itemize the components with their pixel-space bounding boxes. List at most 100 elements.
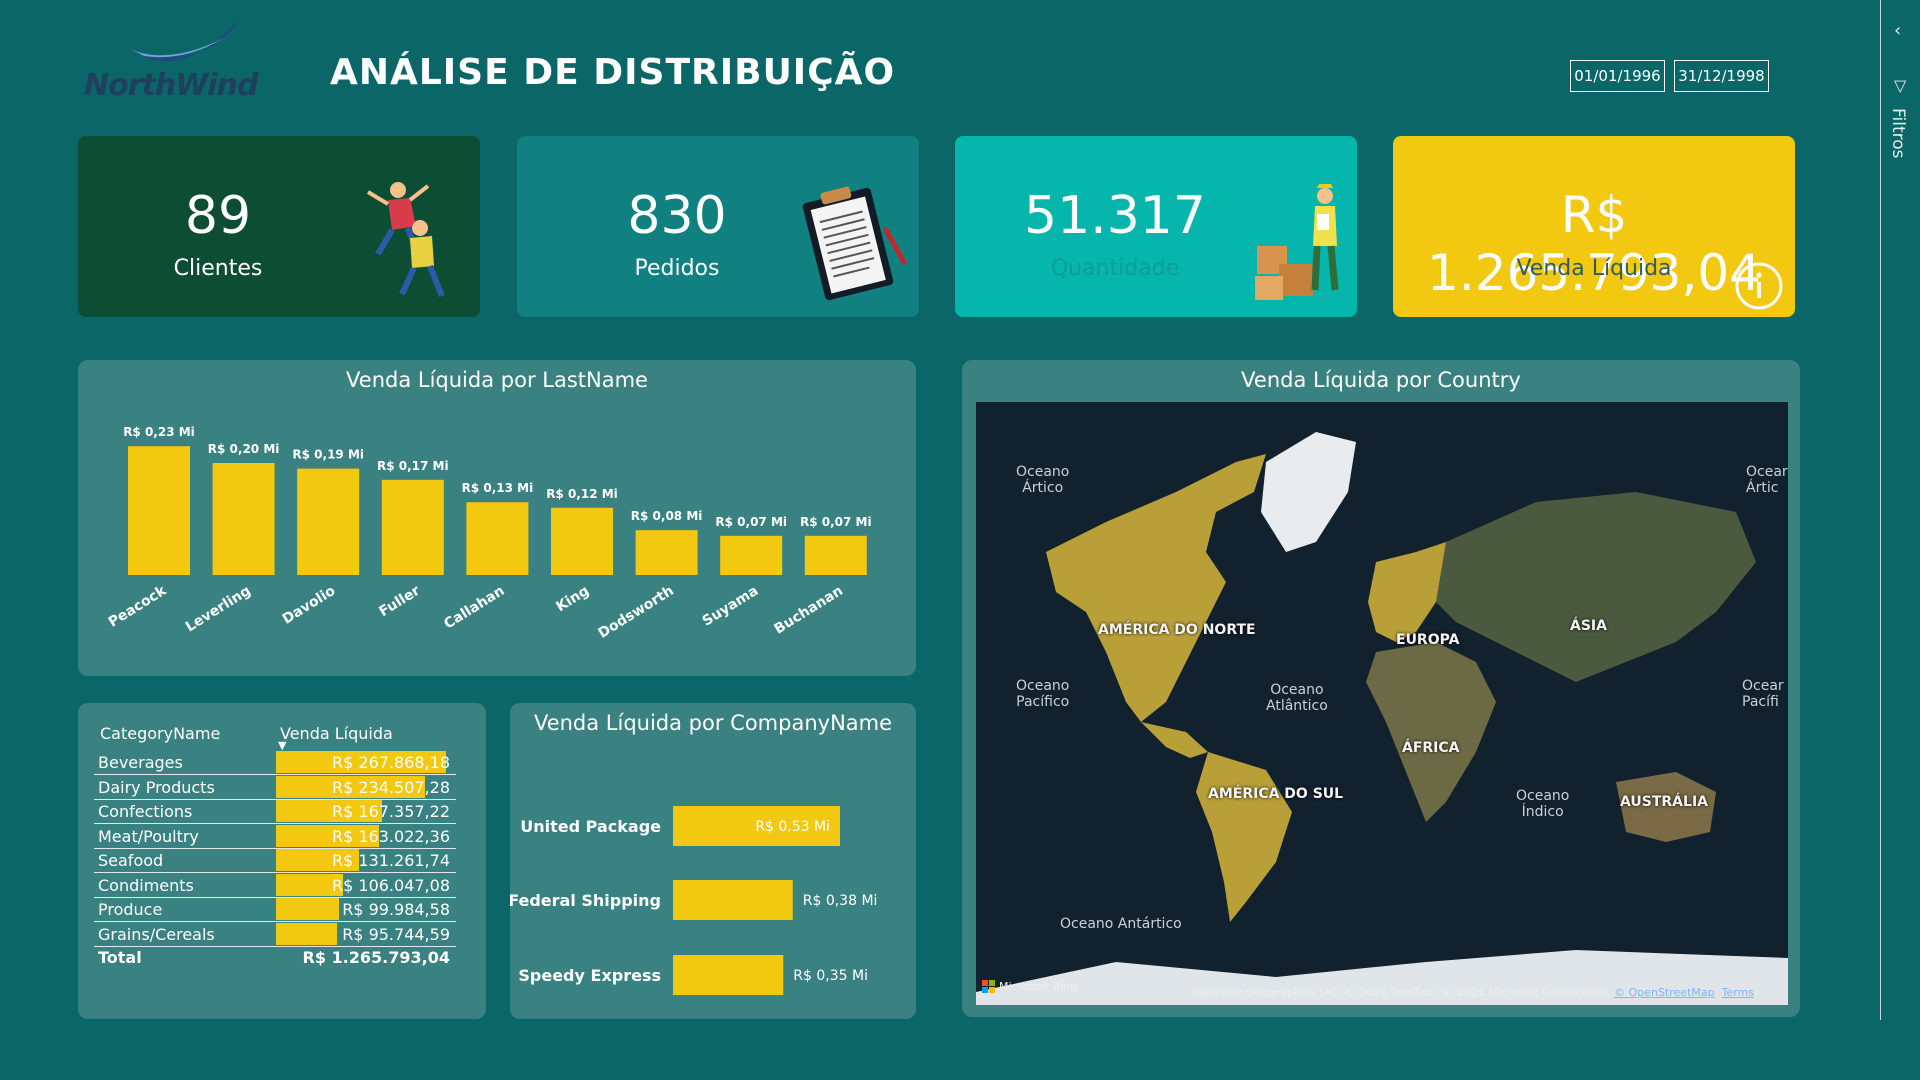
bar-data-label: R$ 0,35 Mi — [793, 968, 868, 984]
continent-label-asia: ÁSIA — [1570, 618, 1607, 634]
table-row[interactable]: Grains/Cereals R$ 95.744,59 — [94, 922, 456, 947]
category-value: R$ 95.744,59 — [342, 924, 450, 944]
chevron-left-icon[interactable]: ‹ — [1894, 20, 1901, 41]
clipboard-icon — [802, 186, 908, 301]
bar-company-2[interactable] — [673, 955, 784, 995]
bar-data-label: R$ 0,17 Mi — [377, 459, 449, 473]
bar-data-label: R$ 0,12 Mi — [546, 487, 618, 501]
map-region-asia — [1436, 492, 1756, 682]
bar-callahan[interactable] — [466, 502, 529, 575]
microsoft-logo-icon — [982, 980, 995, 993]
bar-company-1[interactable] — [673, 880, 793, 920]
ocean-label-artico-right: Ocear Ártic — [1746, 464, 1788, 496]
x-tick-label: Dodsworth — [596, 583, 677, 642]
table-row[interactable]: Confections R$ 167.357,22 — [94, 800, 456, 824]
category-name: Confections — [98, 802, 193, 821]
bar-buchanan[interactable] — [804, 535, 867, 575]
terms-link[interactable]: Terms — [1722, 986, 1754, 999]
x-tick-label: Davolio — [280, 583, 339, 628]
table-data-bar — [276, 922, 337, 945]
category-value: R$ 131.261,74 — [332, 851, 450, 870]
table-row[interactable]: Condiments R$ 106.047,08 — [94, 873, 456, 898]
bar-data-label: R$ 0,07 Mi — [715, 515, 787, 529]
total-label: Total — [98, 948, 142, 967]
y-tick-label: United Package — [520, 817, 661, 836]
table-header-venda[interactable]: Venda Líquida — [280, 724, 393, 743]
category-name: Beverages — [98, 753, 183, 772]
continent-label-africa: ÁFRICA — [1402, 740, 1460, 756]
category-name: Meat/Poultry — [98, 826, 199, 846]
kpi-card-pedidos: 830 Pedidos — [517, 136, 919, 317]
category-table-panel: CategoryName Venda Líquida ▼ Beverages R$… — [78, 703, 486, 1019]
ocean-label-atlantico: Oceano Atlântico — [1266, 682, 1328, 714]
continent-label-australia: AUSTRÁLIA — [1620, 794, 1708, 810]
bar-davolio[interactable] — [297, 468, 360, 575]
category-name: Dairy Products — [98, 777, 215, 797]
ocean-label-pacifico: Oceano Pacífico — [1016, 678, 1070, 710]
filter-pane-label[interactable]: Filtros — [1888, 108, 1908, 159]
kpi-label: Clientes — [173, 256, 263, 281]
bar-chart-company: United Package R$ 0,53 Mi Federal Shipping… — [510, 806, 878, 995]
world-map-shapes — [976, 432, 1788, 1005]
table-row[interactable]: Dairy Products R$ 234.507,28 — [94, 775, 456, 800]
x-tick-label: Callahan — [441, 583, 507, 633]
x-tick-label: Buchanan — [772, 583, 846, 638]
map-region-africa — [1366, 642, 1496, 822]
ocean-label-artico: Oceano Ártico — [1016, 464, 1070, 496]
kpi-card-clientes: 89 Clientes — [78, 136, 480, 317]
bar-peacock[interactable] — [128, 446, 190, 575]
map-region-north-america — [1046, 454, 1266, 722]
bar-king[interactable] — [551, 507, 613, 575]
bar-data-label: R$ 0,19 Mi — [292, 448, 364, 462]
table-header-category[interactable]: CategoryName — [100, 724, 220, 743]
bar-suyama[interactable] — [720, 535, 783, 575]
map-region-central-america — [1141, 722, 1208, 758]
attribution-text: Earthstar Geographics SIO, © 2021 TomTom… — [1192, 986, 1615, 999]
page-title: ANÁLISE DE DISTRIBUIÇÃO — [330, 52, 896, 93]
bar-data-label: R$ 0,13 Mi — [462, 481, 534, 495]
ocean-label-pacifico-right: Ocear Pacífi — [1742, 678, 1784, 710]
info-icon[interactable] — [1733, 260, 1785, 312]
ocean-label-antartico: Oceano Antártico — [1060, 916, 1182, 932]
x-tick-label: King — [553, 583, 592, 615]
bar-data-label: R$ 0,38 Mi — [803, 893, 878, 909]
logo-text-wind: Wind — [175, 68, 258, 103]
category-value: R$ 163.022,36 — [332, 826, 450, 846]
category-value: R$ 167.357,22 — [332, 802, 450, 821]
x-tick-label: Fuller — [376, 583, 423, 620]
table-row[interactable]: Produce R$ 99.984,58 — [94, 898, 456, 922]
bar-chart-panel-lastname: Venda Líquida por LastName R$ 0,23 Mi Pea… — [78, 360, 916, 676]
filter-funnel-icon: ▽ — [1894, 76, 1907, 95]
map-title: Venda Líquida por Country — [1241, 368, 1521, 392]
kpi-card-venda-liquida: R$ 1.265.793,04 Venda Líquida — [1393, 136, 1795, 317]
date-end-filter[interactable]: 31/12/1998 — [1674, 60, 1769, 92]
category-name: Condiments — [98, 875, 194, 895]
bar-fuller[interactable] — [381, 479, 444, 575]
bar-chart-lastname: R$ 0,23 Mi Peacock R$ 0,20 Mi Leverling R$ 0… — [106, 425, 872, 642]
bar-dodsworth[interactable] — [635, 530, 698, 575]
logo-swoosh-icon — [124, 16, 242, 62]
total-value: R$ 1.265.793,04 — [302, 948, 450, 967]
category-value: R$ 106.047,08 — [332, 875, 450, 895]
kpi-card-quantidade: 51.317 Quantidade — [955, 136, 1357, 317]
x-tick-label: Peacock — [106, 582, 170, 630]
openstreetmap-link[interactable]: © OpenStreetMap — [1614, 986, 1715, 999]
delivery-worker-boxes-icon — [1255, 184, 1339, 300]
category-value: R$ 234.507,28 — [332, 777, 450, 797]
table-data-bar — [276, 898, 340, 920]
world-map[interactable]: AMÉRICA DO NORTE EUROPA ÁSIA ÁFRICA AMÉR… — [976, 402, 1788, 1005]
category-value: R$ 267.868,18 — [332, 753, 450, 772]
bar-data-label: R$ 0,20 Mi — [208, 442, 280, 456]
category-value: R$ 99.984,58 — [342, 900, 450, 919]
date-start-filter[interactable]: 01/01/1996 — [1570, 60, 1665, 92]
people-jumping-icon — [366, 182, 445, 298]
table-row[interactable]: Beverages R$ 267.868,18 — [94, 751, 456, 775]
category-name: Seafood — [98, 851, 164, 870]
table-row[interactable]: Meat/Poultry R$ 163.022,36 — [94, 824, 456, 849]
kpi-label: Quantidade — [1050, 256, 1180, 281]
bar-leverling[interactable] — [212, 463, 275, 575]
bar-data-label: R$ 0,23 Mi — [123, 425, 195, 439]
table-row[interactable]: Seafood R$ 131.261,74 — [94, 849, 456, 873]
y-tick-label: Speedy Express — [518, 966, 661, 985]
northwind-logo: NorthWind — [84, 12, 258, 112]
